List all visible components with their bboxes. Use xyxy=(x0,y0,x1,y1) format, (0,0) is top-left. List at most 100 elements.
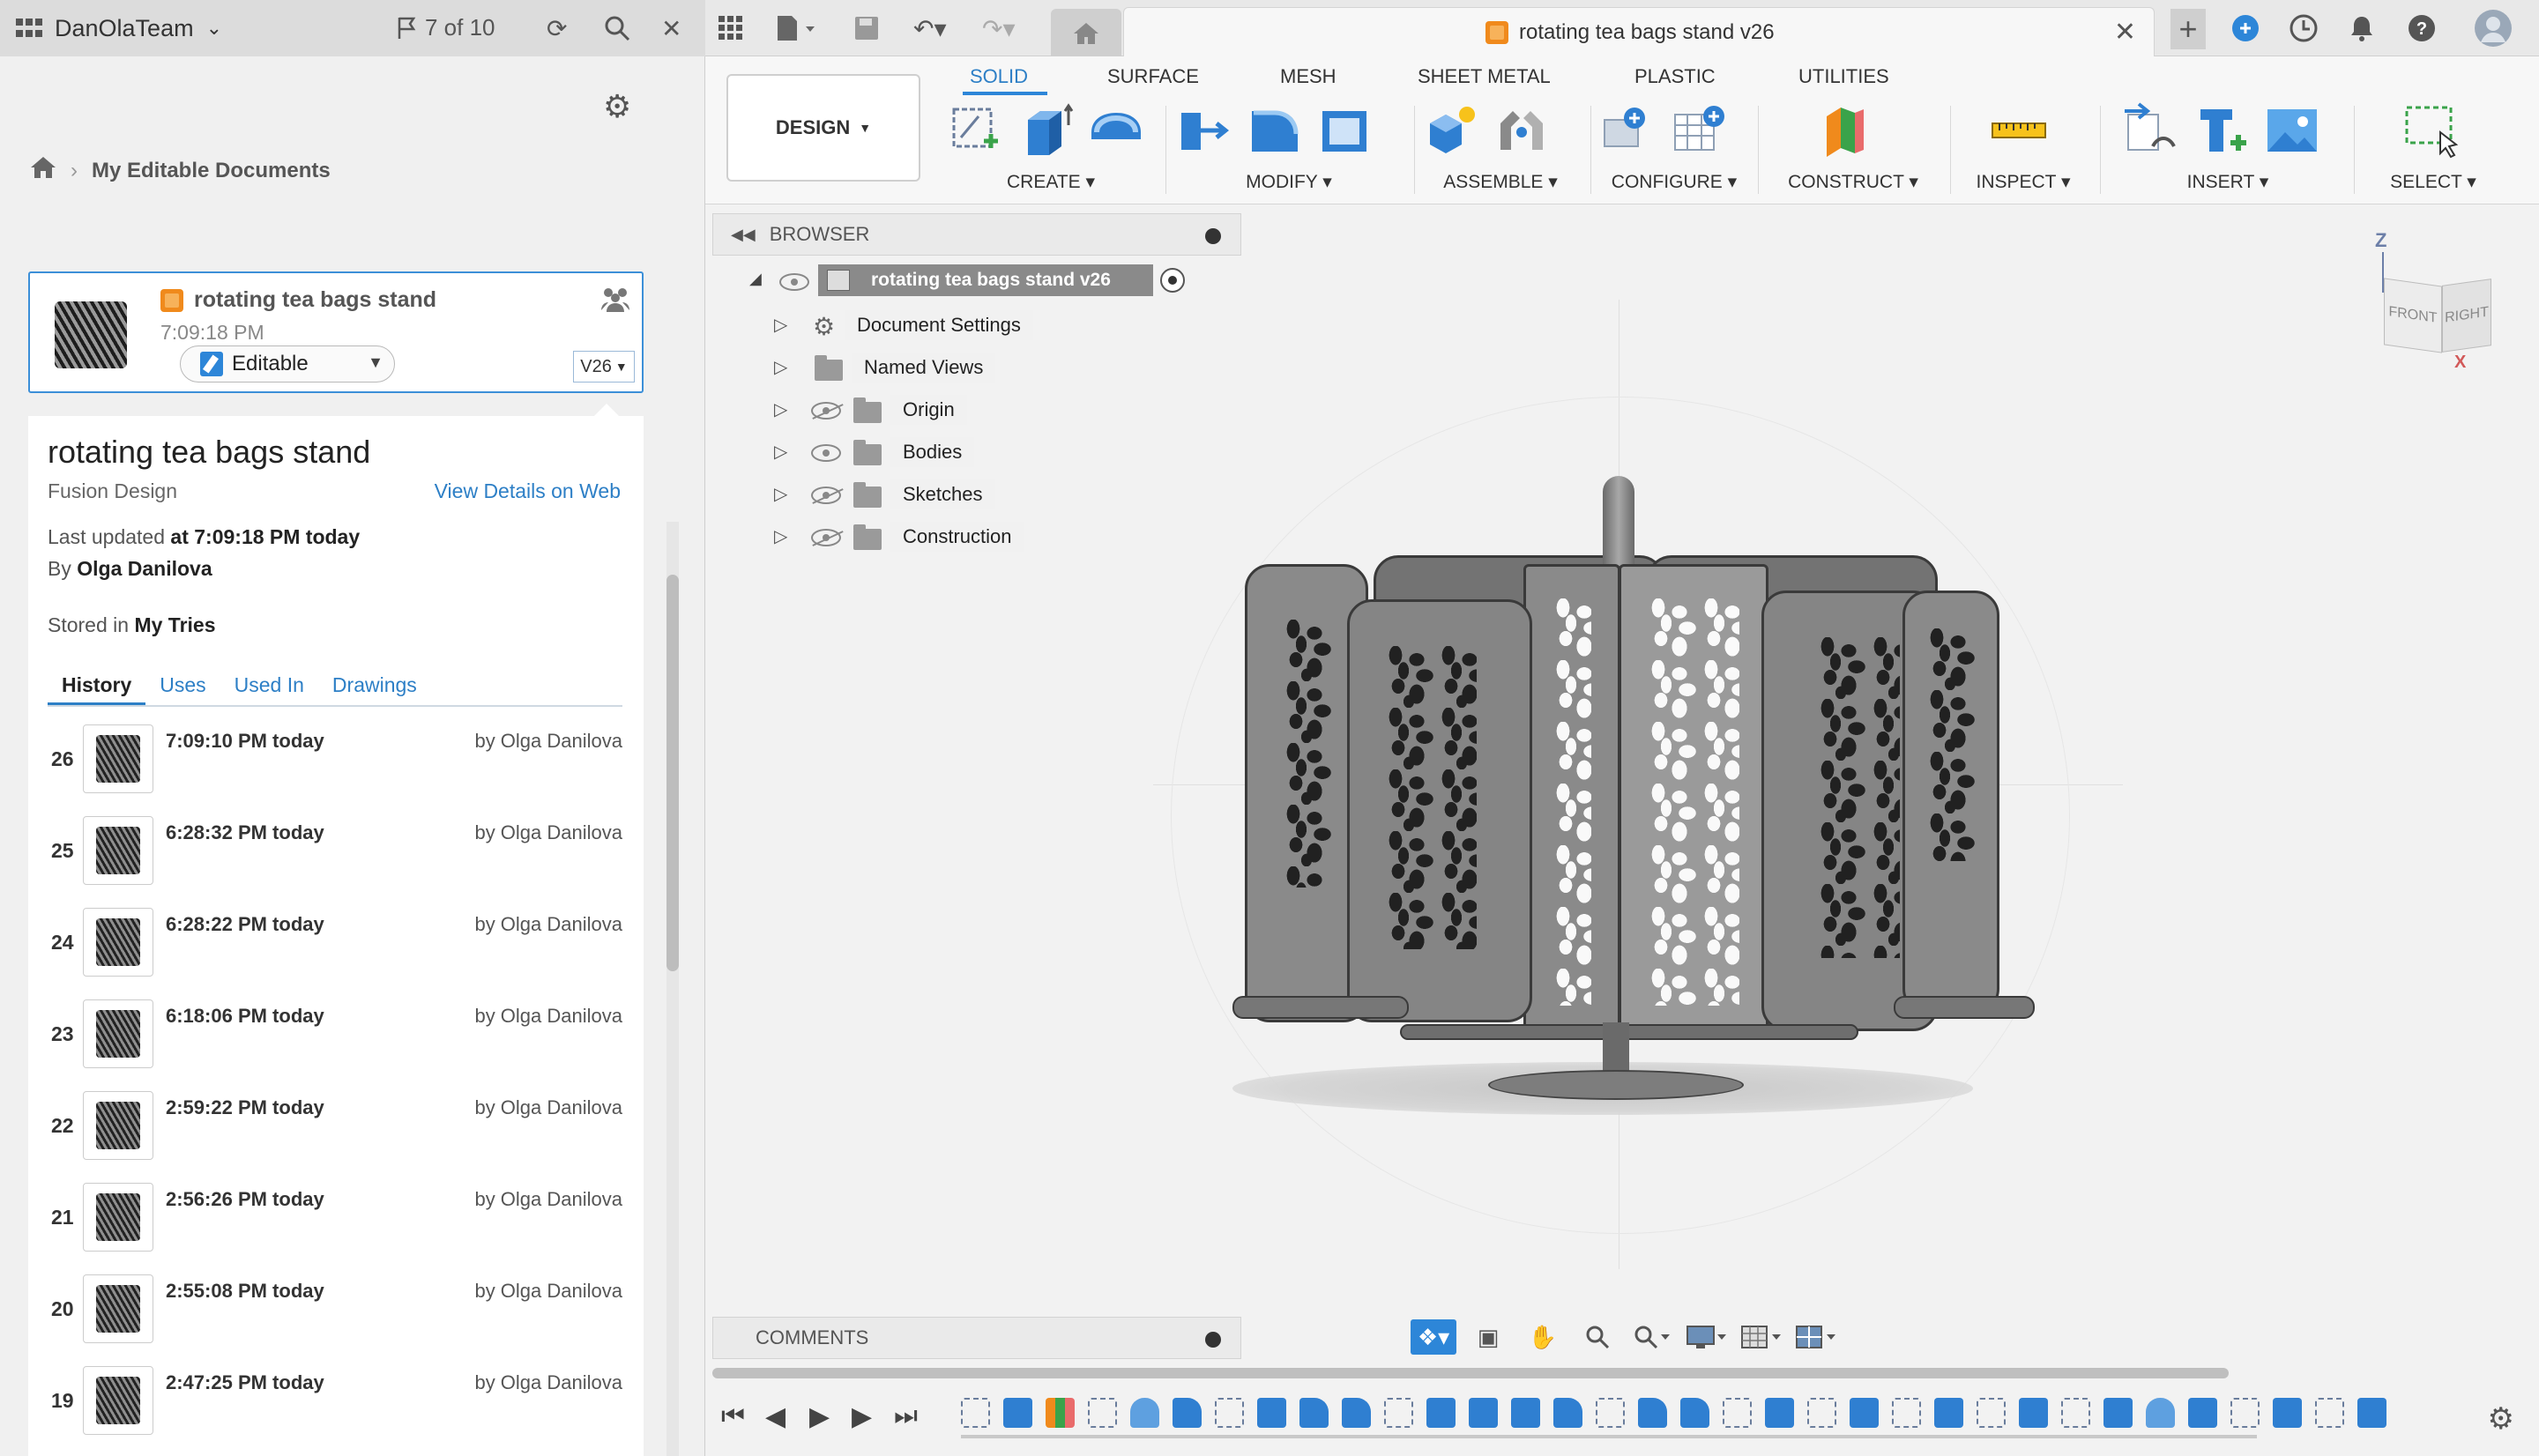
extensions-icon[interactable] xyxy=(2230,12,2260,44)
home-icon[interactable] xyxy=(30,155,56,187)
tab-utilities[interactable]: UTILITIES xyxy=(1798,65,1889,88)
timeline-extrude-icon[interactable] xyxy=(2188,1398,2217,1428)
settings-gear-icon[interactable]: ⚙ xyxy=(603,88,631,125)
help-icon[interactable]: ? xyxy=(2407,12,2437,44)
tab-uses[interactable]: Uses xyxy=(145,666,220,705)
share-people-icon[interactable] xyxy=(599,286,631,319)
visibility-eye-icon[interactable] xyxy=(811,444,841,462)
create-group[interactable]: CREATE ▾ xyxy=(945,100,1157,199)
tab-drawings[interactable]: Drawings xyxy=(318,666,431,705)
insert-mcmaster-icon[interactable] xyxy=(2192,102,2252,159)
zoom-icon[interactable] xyxy=(1575,1319,1620,1355)
timeline-extrude-icon[interactable] xyxy=(2273,1398,2302,1428)
hidden-eye-icon[interactable] xyxy=(811,529,841,546)
close-panel-icon[interactable]: ✕ xyxy=(661,12,681,44)
configuration-table-icon[interactable] xyxy=(1670,102,1730,159)
orbit-icon[interactable]: ❖▾ xyxy=(1411,1319,1456,1355)
tab-plastic[interactable]: PLASTIC xyxy=(1634,65,1716,88)
go-to-start-icon[interactable]: ⏮ xyxy=(721,1401,745,1431)
hidden-eye-icon[interactable] xyxy=(811,487,841,504)
insert-canvas-icon[interactable] xyxy=(2262,102,2322,159)
new-component-icon[interactable] xyxy=(1421,102,1481,159)
tab-used-in[interactable]: Used In xyxy=(220,666,318,705)
timeline-revolve-icon[interactable] xyxy=(1130,1398,1159,1428)
timeline-extrude-icon[interactable] xyxy=(1765,1398,1794,1428)
viewports-icon[interactable] xyxy=(1793,1319,1839,1355)
tab-history[interactable]: History xyxy=(48,666,146,705)
team-switcher[interactable]: DanOlaTeam ⌄ xyxy=(16,14,222,42)
tab-sheet-metal[interactable]: SHEET METAL xyxy=(1418,65,1551,88)
tab-solid[interactable]: SOLID xyxy=(970,65,1028,88)
configure-group[interactable]: CONFIGURE ▾ xyxy=(1599,100,1749,199)
comments-panel[interactable]: COMMENTS xyxy=(712,1317,1241,1359)
timeline-extrude-icon[interactable] xyxy=(1003,1398,1032,1428)
insert-derive-icon[interactable] xyxy=(2121,102,2181,159)
measure-icon[interactable] xyxy=(1989,102,2049,159)
create-sketch-icon[interactable] xyxy=(945,102,1005,159)
history-row[interactable]: 24 6:28:22 PM today by Olga Danilova xyxy=(48,897,622,989)
expand-arrow-icon[interactable]: ▷ xyxy=(774,525,787,547)
timeline-fillet-icon[interactable] xyxy=(1173,1398,1202,1428)
timeline-sketch-icon[interactable] xyxy=(1088,1398,1117,1428)
activate-radio-icon[interactable] xyxy=(1160,268,1185,293)
inspect-group[interactable]: INSPECT ▾ xyxy=(1957,100,2089,199)
search-icon[interactable] xyxy=(603,12,631,44)
browser-header[interactable]: ◀◀ BROWSER xyxy=(712,213,1241,256)
expand-arrow-icon[interactable]: ▷ xyxy=(774,356,787,378)
offset-plane-icon[interactable] xyxy=(1818,102,1878,159)
grid-snaps-icon[interactable] xyxy=(1739,1319,1784,1355)
new-tab-icon[interactable]: + xyxy=(2170,9,2206,49)
timeline-extrude-icon[interactable] xyxy=(1426,1398,1456,1428)
user-avatar[interactable] xyxy=(2474,10,2513,47)
jobs-status[interactable]: 7 of 10 xyxy=(397,14,495,41)
configure-design-icon[interactable] xyxy=(1599,102,1659,159)
timeline-sketch-icon[interactable] xyxy=(2061,1398,2090,1428)
timeline-extrude-icon[interactable] xyxy=(1850,1398,1879,1428)
select-group[interactable]: SELECT ▾ xyxy=(2363,100,2504,199)
timeline-extrude-icon[interactable] xyxy=(2103,1398,2133,1428)
timeline-plane-icon[interactable] xyxy=(1046,1398,1075,1428)
timeline-fillet-icon[interactable] xyxy=(1638,1398,1667,1428)
pan-hand-icon[interactable]: ✋ xyxy=(1520,1319,1566,1355)
visibility-eye-icon[interactable] xyxy=(779,273,809,291)
timeline-sketch-icon[interactable] xyxy=(1807,1398,1836,1428)
version-selector[interactable]: V26 ▼ xyxy=(573,351,635,383)
expand-arrow-icon[interactable]: ▷ xyxy=(774,398,787,420)
timeline-sketch-icon[interactable] xyxy=(1977,1398,2006,1428)
close-tab-icon[interactable]: ✕ xyxy=(2114,17,2136,48)
apps-grid-icon[interactable] xyxy=(718,12,744,44)
timeline-sketch-icon[interactable] xyxy=(2230,1398,2260,1428)
press-pull-icon[interactable] xyxy=(1174,102,1234,159)
collapse-arrows-icon[interactable]: ◀◀ xyxy=(731,226,756,244)
timeline-extrude-icon[interactable] xyxy=(2019,1398,2048,1428)
display-settings-icon[interactable] xyxy=(1684,1319,1730,1355)
construct-group[interactable]: CONSTRUCT ▾ xyxy=(1765,100,1941,199)
joint-icon[interactable] xyxy=(1492,102,1552,159)
timeline-fillet-icon[interactable] xyxy=(1299,1398,1329,1428)
expand-root-icon[interactable]: ◢ xyxy=(749,270,762,288)
details-scrollbar[interactable] xyxy=(666,522,679,1456)
tab-mesh[interactable]: MESH xyxy=(1280,65,1337,88)
expand-arrow-icon[interactable]: ▷ xyxy=(774,483,787,505)
view-cube[interactable]: Z FRONT RIGHT X xyxy=(2371,229,2504,372)
job-status-clock-icon[interactable] xyxy=(2289,12,2319,44)
view-details-link[interactable]: View Details on Web xyxy=(435,479,621,503)
browser-root-component[interactable]: rotating tea bags stand v26 xyxy=(818,264,1153,296)
shell-icon[interactable] xyxy=(1315,102,1375,159)
refresh-icon[interactable]: ⟳ xyxy=(547,12,567,44)
undo-icon[interactable]: ↶▾ xyxy=(913,12,947,44)
timeline-sketch-icon[interactable] xyxy=(1215,1398,1244,1428)
insert-group[interactable]: INSERT ▾ xyxy=(2109,100,2347,199)
history-row[interactable]: 25 6:28:32 PM today by Olga Danilova xyxy=(48,806,622,897)
timeline-sketch-icon[interactable] xyxy=(1596,1398,1625,1428)
fillet-icon[interactable] xyxy=(1245,102,1305,159)
timeline-settings-gear-icon[interactable]: ⚙ xyxy=(2488,1401,2514,1437)
expand-arrow-icon[interactable]: ▷ xyxy=(774,441,787,463)
history-row[interactable]: 26 7:09:10 PM today by Olga Danilova xyxy=(48,714,622,806)
3d-viewport[interactable] xyxy=(712,264,2539,1357)
expand-arrow-icon[interactable]: ▷ xyxy=(774,314,787,336)
timeline-fillet-icon[interactable] xyxy=(1553,1398,1582,1428)
timeline-extrude-icon[interactable] xyxy=(1511,1398,1540,1428)
timeline-fillet-icon[interactable] xyxy=(1342,1398,1371,1428)
select-window-icon[interactable] xyxy=(2401,102,2461,159)
